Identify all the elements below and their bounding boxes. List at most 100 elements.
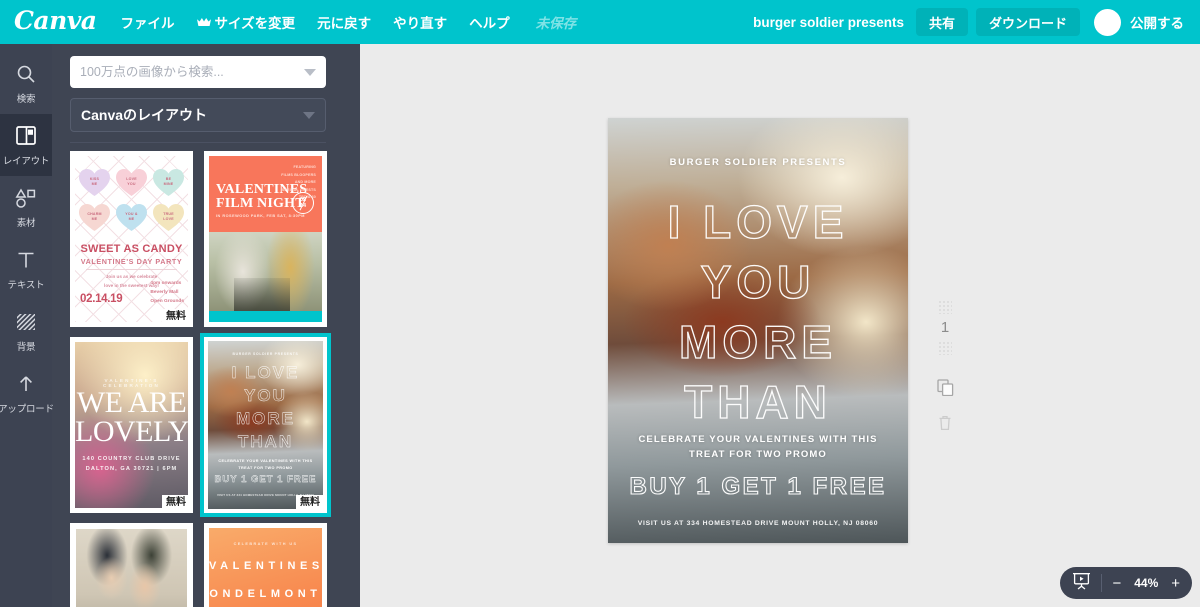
chevron-down-icon[interactable] bbox=[304, 68, 316, 76]
menu-item-redo[interactable]: やり直す bbox=[393, 12, 447, 32]
divider bbox=[86, 269, 177, 270]
poster-subtitle-line2[interactable]: TREAT FOR TWO PROMO bbox=[632, 449, 884, 460]
template-card-i-love-you-more-than[interactable]: BURGER SOLDIER PRESENTS I LOVE YOU MORE … bbox=[200, 333, 331, 517]
poster-headline-line2[interactable]: YOU bbox=[608, 258, 908, 305]
template-thumbnail: KISS ME LOVE YOU BE MINE CHARM ME YOU & … bbox=[70, 151, 193, 327]
template-kicker: CELEBRATE WITH US bbox=[233, 542, 298, 546]
drag-handle-bottom[interactable] bbox=[938, 341, 952, 355]
sidebar-item-elements-label: 素材 bbox=[16, 217, 36, 229]
avatar[interactable] bbox=[1094, 8, 1121, 36]
sidebar-item-search[interactable]: 検索 bbox=[0, 52, 52, 114]
upload-icon bbox=[16, 372, 36, 396]
template-card-we-are-lovely[interactable]: VALENTINE'S CELEBRATION WE ARE LOVELY 14… bbox=[70, 337, 193, 513]
layouts-panel: Canvaのレイアウト KISSME bbox=[52, 44, 360, 607]
template-subtitle: IN ROSEWOOD PARK, FEB SAT, 8:30PM bbox=[216, 214, 305, 218]
search-input[interactable] bbox=[80, 65, 298, 79]
template-address: 4pm onwards Beverly Mall Open Grounds bbox=[150, 281, 184, 305]
poster-headline-line4[interactable]: THAN bbox=[608, 378, 908, 425]
menu-item-undo[interactable]: 元に戻す bbox=[317, 12, 371, 32]
heart-label: CHARM ME bbox=[87, 212, 102, 221]
template-title-line1: I LOVE bbox=[231, 363, 300, 382]
template-canvas: BURGER SOLDIER PRESENTS I LOVE YOU MORE … bbox=[208, 341, 323, 509]
zoom-level: 44% bbox=[1134, 576, 1159, 590]
template-subtitle: VALENTINE'S DAY PARTY bbox=[80, 257, 183, 266]
heart-label: BE MINE bbox=[163, 177, 174, 186]
template-title-line2: YOU bbox=[244, 386, 287, 405]
heart-label: LOVE YOU bbox=[126, 177, 137, 186]
heart-label: TRUE LOVE bbox=[163, 212, 174, 221]
sidebar-item-layout[interactable]: レイアウト bbox=[0, 114, 52, 176]
text-icon bbox=[16, 248, 36, 272]
sidebar-rail: 検索 レイアウト 素材 テキスト 背景 アップロード bbox=[0, 44, 54, 607]
menu-item-redo-label: やり直す bbox=[393, 16, 448, 31]
menu-item-help[interactable]: ヘルプ bbox=[469, 12, 510, 32]
elements-icon bbox=[15, 186, 37, 210]
zoom-out-button[interactable]: − bbox=[1112, 576, 1121, 591]
candy-hearts-group: KISS ME LOVE YOU BE MINE CHARM ME YOU & … bbox=[77, 167, 186, 232]
sidebar-item-text[interactable]: テキスト bbox=[0, 238, 52, 300]
presentation-icon[interactable] bbox=[1072, 572, 1091, 595]
template-date: 02.14.19 bbox=[80, 293, 123, 305]
template-thumbnail bbox=[70, 523, 193, 607]
sidebar-item-elements[interactable]: 素材 bbox=[0, 176, 52, 238]
canva-logo[interactable]: Canva bbox=[14, 8, 97, 37]
sidebar-item-upload[interactable]: アップロード bbox=[0, 362, 54, 424]
menu-item-undo-label: 元に戻す bbox=[317, 16, 372, 31]
main-menu: ファイル サイズを変更 元に戻す やり直す ヘルプ 未保存 bbox=[121, 12, 577, 32]
sidebar-item-background-label: 背景 bbox=[16, 341, 36, 353]
top-bar: Canva ファイル サイズを変更 元に戻す やり直す ヘルプ 未保存 burg… bbox=[0, 0, 1200, 44]
heart-label: YOU & ME bbox=[125, 212, 138, 221]
template-address-line2: DALTON, GA 30721 | 6PM bbox=[85, 466, 178, 472]
chevron-down-icon[interactable] bbox=[303, 111, 315, 119]
layout-category-value: Canvaのレイアウト bbox=[81, 107, 208, 123]
search-input-wrapper[interactable] bbox=[70, 56, 326, 88]
candy-heart: BE MINE bbox=[152, 167, 185, 197]
sidebar-item-background[interactable]: 背景 bbox=[0, 300, 52, 362]
template-card-valentines-film-night[interactable]: VALENTINES FILM NIGHT IN ROSEWOOD PARK, … bbox=[204, 151, 327, 327]
template-canvas: VALENTINE'S CELEBRATION WE ARE LOVELY 14… bbox=[75, 342, 188, 508]
menu-item-file[interactable]: ファイル bbox=[121, 12, 175, 32]
document-title[interactable]: burger soldier presents bbox=[753, 15, 904, 30]
candy-heart: TRUE LOVE bbox=[152, 202, 185, 232]
template-address-line1: 140 COUNTRY CLUB DRIVE bbox=[82, 456, 181, 462]
sidebar-item-text-label: テキスト bbox=[7, 279, 45, 291]
template-card-valentines-ondelmont[interactable]: CELEBRATE WITH US VALENTINES ONDELMONT bbox=[204, 523, 327, 607]
publish-label: 公開する bbox=[1130, 16, 1184, 31]
copy-icon[interactable] bbox=[936, 379, 954, 401]
template-title-line1: WE ARE bbox=[76, 386, 187, 419]
template-thumbnail: CELEBRATE WITH US VALENTINES ONDELMONT bbox=[204, 523, 327, 607]
free-badge: 無料 bbox=[162, 309, 190, 324]
download-button[interactable]: ダウンロード bbox=[975, 8, 1080, 36]
template-subtitle-line2: TREAT FOR TWO PROMO bbox=[238, 466, 293, 470]
share-button[interactable]: 共有 bbox=[915, 8, 968, 36]
sidebar-item-layout-label: レイアウト bbox=[2, 155, 50, 167]
menu-item-resize[interactable]: サイズを変更 bbox=[196, 12, 296, 32]
crown-icon bbox=[196, 17, 211, 27]
menu-item-help-label: ヘルプ bbox=[469, 16, 510, 31]
poster-headline-line3[interactable]: MORE bbox=[608, 318, 908, 365]
template-canvas: CELEBRATE WITH US VALENTINES ONDELMONT bbox=[209, 528, 322, 607]
poster-subtitle-line1[interactable]: CELEBRATE YOUR VALENTINES WITH THIS bbox=[632, 434, 884, 445]
poster-headline-line1[interactable]: I LOVE bbox=[608, 198, 908, 245]
template-card-sweet-as-candy[interactable]: KISS ME LOVE YOU BE MINE CHARM ME YOU & … bbox=[70, 151, 193, 327]
design-page-1[interactable]: BURGER SOLDIER PRESENTS I LOVE YOU MORE … bbox=[608, 118, 908, 543]
drag-handle-top[interactable] bbox=[938, 300, 952, 314]
menu-item-resize-label: サイズを変更 bbox=[214, 16, 296, 31]
trash-icon[interactable] bbox=[938, 415, 952, 436]
template-canvas: VALENTINES FILM NIGHT IN ROSEWOOD PARK, … bbox=[209, 156, 322, 322]
poster-promo[interactable]: BUY 1 GET 1 FREE bbox=[608, 472, 908, 501]
canvas-area[interactable]: BURGER SOLDIER PRESENTS I LOVE YOU MORE … bbox=[360, 44, 1200, 607]
free-badge: 無料 bbox=[162, 495, 190, 510]
menu-item-file-label: ファイル bbox=[120, 16, 175, 31]
candy-heart: YOU & ME bbox=[115, 202, 148, 232]
zoom-in-button[interactable]: + bbox=[1171, 576, 1180, 591]
poster-address[interactable]: VISIT US AT 334 HOMESTEAD DRIVE MOUNT HO… bbox=[608, 520, 908, 527]
template-grid: KISS ME LOVE YOU BE MINE CHARM ME YOU & … bbox=[52, 143, 342, 607]
template-title-line2: LOVELY bbox=[75, 415, 188, 448]
publish-button[interactable]: 公開する bbox=[1094, 8, 1192, 36]
layout-category-select[interactable]: Canvaのレイアウト bbox=[70, 98, 326, 132]
free-badge: 無料 bbox=[296, 495, 324, 510]
poster-kicker[interactable]: BURGER SOLDIER PRESENTS bbox=[608, 157, 908, 168]
template-card-couple-photo[interactable] bbox=[70, 523, 193, 607]
sidebar-item-search-label: 検索 bbox=[16, 93, 36, 105]
